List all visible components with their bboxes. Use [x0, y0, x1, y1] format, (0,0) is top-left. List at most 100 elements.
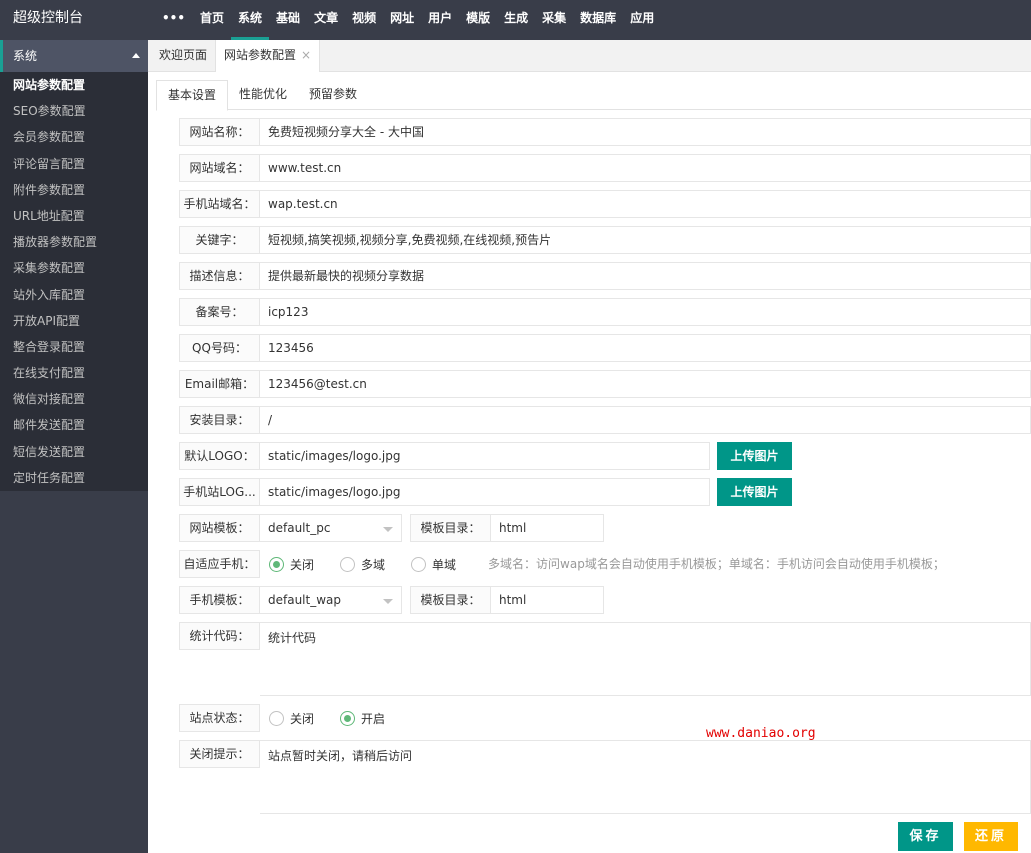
form-row-logo: 默认LOGO： static/images/logo.jpg 上传图片: [179, 442, 792, 470]
adaptive-radio-single[interactable]: 单域: [411, 550, 456, 578]
tab-reserved[interactable]: 预留参数: [298, 80, 368, 110]
radio-unchecked-icon: [411, 556, 427, 572]
sidebar-item-member[interactable]: 会员参数配置: [0, 124, 148, 150]
nav-video[interactable]: 视频: [345, 0, 383, 40]
tab-performance[interactable]: 性能优化: [228, 80, 298, 110]
email-input[interactable]: 123456@test.cn: [260, 370, 1031, 398]
mobile-template-dir-input[interactable]: html: [491, 586, 604, 614]
form-row-site-status: 站点状态： 关闭 开启: [179, 704, 411, 732]
template-select-value: default_pc: [268, 521, 331, 535]
site-name-input[interactable]: 免费短视频分享大全 - 大中国: [260, 118, 1031, 146]
form-row-qq: QQ号码： 123456: [179, 334, 1031, 362]
sidebar-item-seo[interactable]: SEO参数配置: [0, 98, 148, 124]
field-label: 手机站域名：: [179, 190, 260, 218]
form-row-description: 描述信息： 提供最新最快的视频分享数据: [179, 262, 1031, 290]
qq-input[interactable]: 123456: [260, 334, 1031, 362]
mobile-template-select[interactable]: default_wap: [260, 586, 402, 614]
field-label: 手机站LOG...: [179, 478, 260, 506]
sidebar-item-url[interactable]: URL地址配置: [0, 203, 148, 229]
page-tabs: 欢迎页面 网站参数配置 ×: [148, 40, 1031, 72]
sidebar-item-import[interactable]: 站外入库配置: [0, 282, 148, 308]
radio-label: 开启: [361, 711, 386, 726]
nav-collect[interactable]: 采集: [535, 0, 573, 40]
sidebar-item-cron[interactable]: 定时任务配置: [0, 465, 148, 491]
more-menu-icon[interactable]: •••: [160, 0, 193, 40]
nav-system[interactable]: 系统: [231, 0, 270, 40]
app-title: 超级控制台: [13, 10, 83, 26]
form-row-adaptive: 自适应手机： 关闭 多域 单域 多域名：访问wap域名会自动使用手机模板；单域名…: [179, 550, 945, 578]
sidebar-item-wechat[interactable]: 微信对接配置: [0, 386, 148, 412]
form-row-site-name: 网站名称： 免费短视频分享大全 - 大中国: [179, 118, 1031, 146]
form-row-install-dir: 安装目录： /: [179, 406, 1031, 434]
nav-generate[interactable]: 生成: [497, 0, 535, 40]
sidebar-item-api[interactable]: 开放API配置: [0, 308, 148, 334]
template-dir-input[interactable]: html: [491, 514, 604, 542]
sidebar-group-system[interactable]: 系统: [0, 40, 148, 72]
field-label: QQ号码：: [179, 334, 260, 362]
status-radio-off[interactable]: 关闭: [269, 704, 314, 732]
upload-mobile-logo-button[interactable]: 上传图片: [717, 478, 792, 506]
main-nav: ••• 首页 系统 基础 文章 视频 网址 用户 模版 生成 采集 数据库 应用: [160, 0, 661, 40]
field-label: 关闭提示：: [179, 740, 260, 768]
form-row-mobile-logo: 手机站LOG... static/images/logo.jpg 上传图片: [179, 478, 792, 506]
nav-template[interactable]: 模版: [459, 0, 497, 40]
tab-basic-settings[interactable]: 基本设置: [156, 80, 229, 111]
radio-label: 关闭: [290, 711, 315, 726]
tab-label: 网站参数配置: [224, 48, 297, 62]
field-label: 网站模板：: [179, 514, 260, 542]
sidebar-item-email[interactable]: 邮件发送配置: [0, 412, 148, 438]
close-tip-textarea[interactable]: 站点暂时关闭，请稍后访问: [260, 740, 1031, 814]
sidebar-item-site-config[interactable]: 网站参数配置: [0, 72, 148, 98]
nav-article[interactable]: 文章: [307, 0, 345, 40]
stats-code-textarea[interactable]: 统计代码: [260, 622, 1031, 696]
field-label: 网站域名：: [179, 154, 260, 182]
sidebar-item-collect[interactable]: 采集参数配置: [0, 255, 148, 281]
form-row-close-tip: 关闭提示： 站点暂时关闭，请稍后访问: [179, 740, 1031, 814]
adaptive-hint: 多域名：访问wap域名会自动使用手机模板；单域名：手机访问会自动使用手机模板；: [488, 557, 945, 571]
field-label: 站点状态：: [179, 704, 260, 732]
watermark-text: www.daniao.org: [706, 726, 816, 741]
form-row-keywords: 关键字： 短视频,搞笑视频,视频分享,免费视频,在线视频,预告片: [179, 226, 1031, 254]
form-row-email: Email邮箱： 123456@test.cn: [179, 370, 1031, 398]
reset-button[interactable]: 还原: [964, 822, 1018, 851]
sidebar-item-payment[interactable]: 在线支付配置: [0, 360, 148, 386]
sidebar-item-attachment[interactable]: 附件参数配置: [0, 177, 148, 203]
nav-home[interactable]: 首页: [193, 0, 231, 40]
form-tabs: 基本设置 性能优化 预留参数: [156, 80, 1031, 111]
field-label: Email邮箱：: [179, 370, 260, 398]
description-input[interactable]: 提供最新最快的视频分享数据: [260, 262, 1031, 290]
logo-path-input[interactable]: static/images/logo.jpg: [260, 442, 710, 470]
nav-url[interactable]: 网址: [383, 0, 421, 40]
nav-user[interactable]: 用户: [421, 0, 459, 40]
radio-unchecked-icon: [340, 556, 356, 572]
save-button[interactable]: 保存: [898, 822, 953, 851]
chevron-down-icon: [383, 599, 393, 604]
chevron-down-icon: [383, 527, 393, 532]
form-row-stats-code: 统计代码： 统计代码: [179, 622, 1031, 696]
mobile-logo-path-input[interactable]: static/images/logo.jpg: [260, 478, 710, 506]
upload-logo-button[interactable]: 上传图片: [717, 442, 792, 470]
nav-database[interactable]: 数据库: [573, 0, 623, 40]
adaptive-radio-off[interactable]: 关闭: [269, 550, 314, 578]
template-select[interactable]: default_pc: [260, 514, 402, 542]
adaptive-radio-group: 关闭 多域 单域 多域名：访问wap域名会自动使用手机模板；单域名：手机访问会自…: [260, 550, 945, 578]
sidebar-item-login[interactable]: 整合登录配置: [0, 334, 148, 360]
close-icon[interactable]: ×: [301, 48, 311, 62]
sidebar-item-player[interactable]: 播放器参数配置: [0, 229, 148, 255]
site-domain-input[interactable]: www.test.cn: [260, 154, 1031, 182]
field-label: 关键字：: [179, 226, 260, 254]
nav-basic[interactable]: 基础: [269, 0, 307, 40]
icp-input[interactable]: icp123: [260, 298, 1031, 326]
tab-site-config[interactable]: 网站参数配置 ×: [215, 40, 321, 72]
sidebar-item-sms[interactable]: 短信发送配置: [0, 439, 148, 465]
tab-welcome[interactable]: 欢迎页面: [151, 40, 215, 72]
field-label: 模板目录：: [410, 514, 491, 542]
adaptive-radio-multi[interactable]: 多域: [340, 550, 385, 578]
keywords-input[interactable]: 短视频,搞笑视频,视频分享,免费视频,在线视频,预告片: [260, 226, 1031, 254]
status-radio-on[interactable]: 开启: [340, 704, 385, 732]
radio-label: 关闭: [290, 557, 315, 572]
install-dir-input[interactable]: /: [260, 406, 1031, 434]
sidebar-item-comment[interactable]: 评论留言配置: [0, 151, 148, 177]
mobile-domain-input[interactable]: wap.test.cn: [260, 190, 1031, 218]
nav-apps[interactable]: 应用: [623, 0, 661, 40]
